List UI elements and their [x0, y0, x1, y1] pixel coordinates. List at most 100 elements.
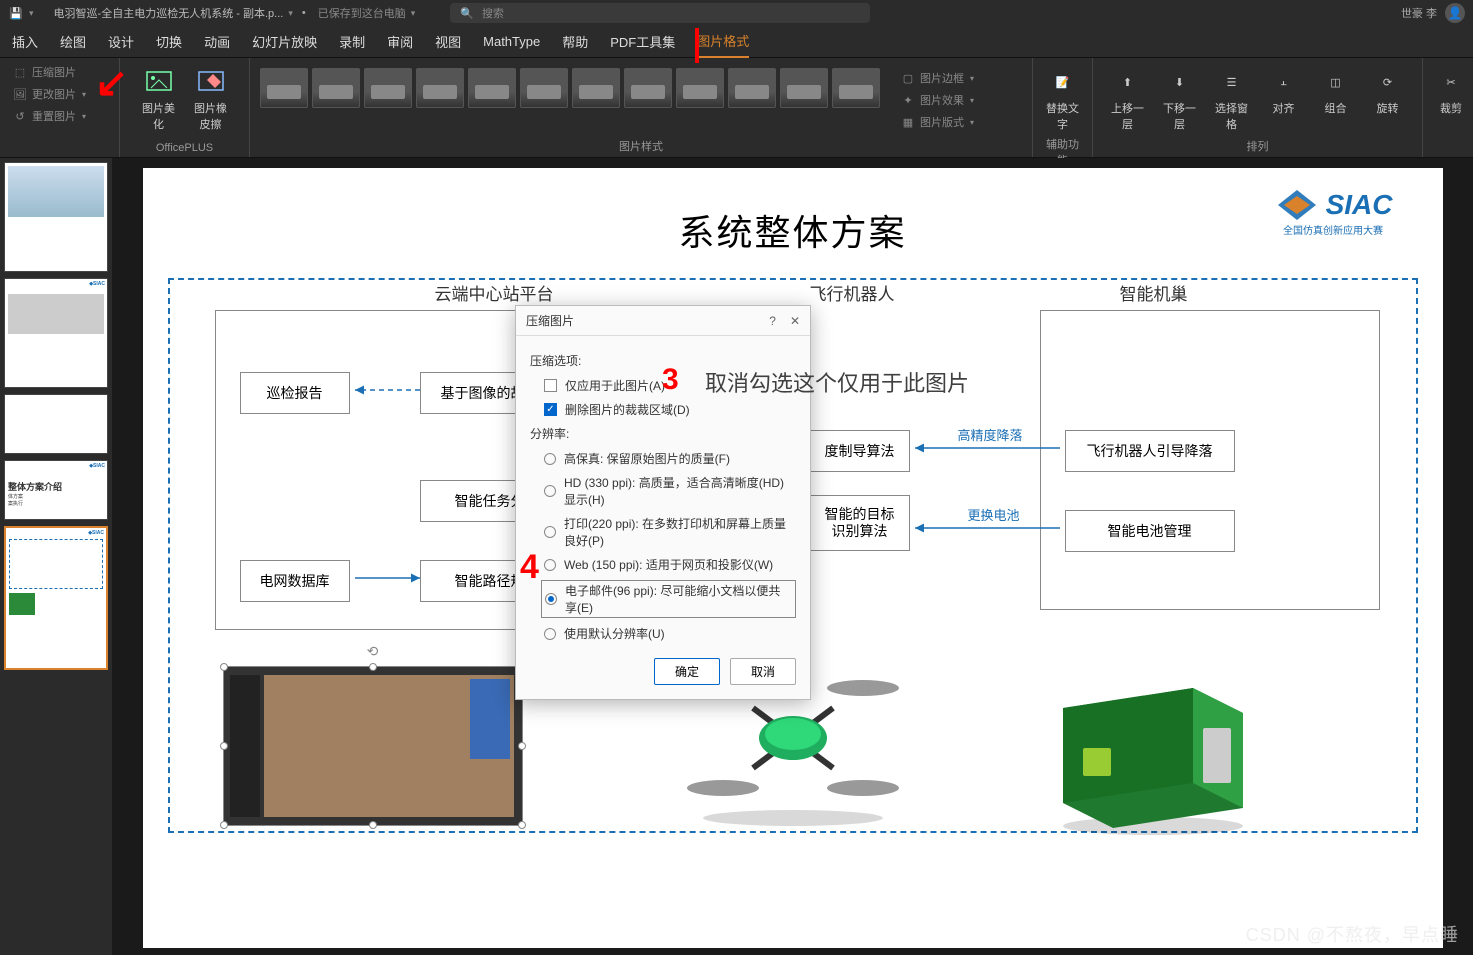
tab-design[interactable]: 设计 — [108, 26, 134, 57]
search-box[interactable]: 🔍 搜索 — [450, 3, 870, 23]
resolution-email-option[interactable]: 电子邮件(96 ppi): 尽可能缩小文档以便共享(E) — [541, 580, 796, 618]
container-image — [1043, 658, 1263, 838]
style-thumb[interactable] — [468, 68, 516, 108]
delete-cropped-option[interactable]: ✓ 删除图片的裁裁区域(D) — [544, 401, 796, 418]
tab-draw[interactable]: 绘图 — [60, 26, 86, 57]
resolution-hifi-option[interactable]: 高保真: 保留原始图片的质量(F) — [544, 450, 796, 467]
slide-title: 系统整体方案 — [143, 204, 1443, 256]
tab-insert[interactable]: 插入 — [12, 26, 38, 57]
slide-thumbnail[interactable]: ◆SIAC 整体方案介绍 体方案 案执行 — [4, 460, 108, 520]
section-label: 飞行机器人 — [810, 280, 895, 305]
style-group-label: 图片样式 — [260, 138, 1022, 157]
style-thumb[interactable] — [520, 68, 568, 108]
reset-picture-button[interactable]: ↺重置图片▾ — [10, 106, 88, 126]
diagram-node: 智能的目标识别算法 — [810, 495, 910, 551]
send-backward-button[interactable]: ⬇下移一层 — [1157, 62, 1203, 136]
style-thumb[interactable] — [260, 68, 308, 108]
menu-tabs: 插入 绘图 设计 切换 动画 幻灯片放映 录制 审阅 视图 MathType 帮… — [0, 26, 1473, 58]
change-icon: 🖼 — [12, 86, 28, 102]
slide-thumbnail[interactable]: ◆SIAC — [4, 278, 108, 388]
resolution-print-option[interactable]: 打印(220 ppi): 在多数打印机和屏幕上质量良好(P) — [544, 515, 796, 549]
rotate-button[interactable]: ⟳旋转 — [1365, 62, 1411, 120]
picture-layout-button[interactable]: ▦图片版式▾ — [898, 112, 976, 132]
save-icon[interactable]: 💾 — [8, 5, 24, 21]
compress-picture-button[interactable]: ⬚压缩图片 — [10, 62, 88, 82]
resolution-web-option[interactable]: Web (150 ppi): 适用于网页和投影仪(W) — [544, 556, 796, 573]
tab-pdftools[interactable]: PDF工具集 — [610, 26, 675, 57]
slide-thumbnail[interactable] — [4, 394, 108, 454]
annotation-text: 取消勾选这个仅用于此图片 — [705, 366, 969, 398]
tab-transition[interactable]: 切换 — [156, 26, 182, 57]
document-filename: 电羽智巡-全自主电力巡检无人机系统 - 副本.p... — [54, 5, 284, 21]
filename-dropdown-icon[interactable]: ▾ — [288, 8, 293, 19]
tab-picture-format[interactable]: 图片格式 — [697, 25, 749, 58]
group-button[interactable]: ◫组合 — [1313, 62, 1359, 120]
style-thumb[interactable] — [728, 68, 776, 108]
checkbox-checked-icon[interactable]: ✓ — [544, 403, 557, 416]
officeplus-group-label: OfficePLUS — [130, 142, 239, 157]
crop-button[interactable]: ✂裁剪 — [1433, 62, 1469, 120]
dialog-close-icon[interactable]: ✕ — [790, 314, 800, 328]
checkbox-icon[interactable] — [544, 379, 557, 392]
logo-area: SIAC 全国仿真创新应用大赛 — [1274, 188, 1393, 237]
slide-panel[interactable]: ◆SIAC ◆SIAC 整体方案介绍 体方案 案执行 ◆SIAC — [0, 158, 112, 955]
radio-checked-icon[interactable] — [545, 593, 557, 605]
style-thumb[interactable] — [416, 68, 464, 108]
tab-mathtype[interactable]: MathType — [483, 28, 540, 55]
crop-icon: ✂ — [1435, 66, 1467, 98]
resolution-default-option[interactable]: 使用默认分辨率(U) — [544, 625, 796, 642]
user-avatar-icon[interactable]: 👤 — [1445, 3, 1465, 23]
picture-eraser-button[interactable]: 图片橡皮擦 — [188, 62, 234, 136]
annotation-marker-2: ↘ — [95, 60, 129, 106]
change-picture-button[interactable]: 🖼更改图片▾ — [10, 84, 88, 104]
style-thumb[interactable] — [624, 68, 672, 108]
tab-help[interactable]: 帮助 — [562, 26, 588, 57]
selection-pane-button[interactable]: ☰选择窗格 — [1209, 62, 1255, 136]
tab-slideshow[interactable]: 幻灯片放映 — [252, 26, 317, 57]
style-thumb[interactable] — [312, 68, 360, 108]
radio-icon[interactable] — [544, 453, 556, 465]
ok-button[interactable]: 确定 — [654, 658, 720, 685]
picture-border-button[interactable]: ▢图片边框▾ — [898, 68, 976, 88]
slide-thumbnail-current[interactable]: ◆SIAC — [4, 526, 108, 670]
backward-icon: ⬇ — [1164, 66, 1196, 98]
beautify-icon — [143, 66, 175, 98]
picture-effects-button[interactable]: ✦图片效果▾ — [898, 90, 976, 110]
picture-style-gallery[interactable] — [260, 62, 880, 114]
username-label: 世豪 李 — [1401, 5, 1437, 21]
style-thumb[interactable] — [780, 68, 828, 108]
tab-review[interactable]: 审阅 — [387, 26, 413, 57]
radio-icon[interactable] — [544, 526, 556, 538]
style-thumb[interactable] — [832, 68, 880, 108]
picture-beautify-button[interactable]: 图片美化 — [136, 62, 182, 136]
style-thumb[interactable] — [364, 68, 412, 108]
qa-dropdown-icon[interactable]: ▾ — [29, 8, 34, 19]
style-thumb[interactable] — [572, 68, 620, 108]
radio-icon[interactable] — [544, 485, 556, 497]
tab-view[interactable]: 视图 — [435, 26, 461, 57]
search-placeholder: 搜索 — [482, 5, 504, 21]
effects-icon: ✦ — [900, 92, 916, 108]
slide-thumbnail[interactable] — [4, 162, 108, 272]
radio-icon[interactable] — [544, 628, 556, 640]
dialog-help-icon[interactable]: ? — [769, 314, 776, 328]
resolution-hd-option[interactable]: HD (330 ppi): 高质量，适合高清晰度(HD)显示(H) — [544, 474, 796, 508]
alt-text-button[interactable]: 📝 替换文字 — [1043, 62, 1082, 136]
status-dropdown-icon[interactable]: ▾ — [411, 8, 416, 19]
align-button[interactable]: ⫠对齐 — [1261, 62, 1307, 120]
rotate-handle-icon[interactable]: ⟲ — [367, 643, 379, 660]
bring-forward-button[interactable]: ⬆上移一层 — [1105, 62, 1151, 136]
annotation-marker-3: 3 — [662, 363, 679, 397]
tab-record[interactable]: 录制 — [339, 26, 365, 57]
style-thumb[interactable] — [676, 68, 724, 108]
diagram-node: 电网数据库 — [240, 560, 350, 602]
eraser-icon — [195, 66, 227, 98]
layout-icon: ▦ — [900, 114, 916, 130]
selected-image[interactable]: ⟲ — [223, 666, 523, 826]
selpane-icon: ☰ — [1216, 66, 1248, 98]
rotate-icon: ⟳ — [1372, 66, 1404, 98]
cancel-button[interactable]: 取消 — [730, 658, 796, 685]
tab-animation[interactable]: 动画 — [204, 26, 230, 57]
radio-icon[interactable] — [544, 559, 556, 571]
alttext-icon: 📝 — [1047, 66, 1079, 98]
